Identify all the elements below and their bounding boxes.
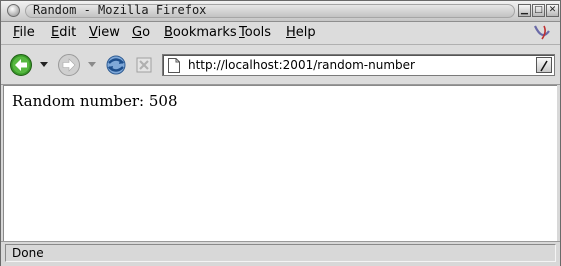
menu-bar: File Edit View Go Bookmarks Tools Help (1, 22, 560, 45)
status-text: Done (12, 246, 44, 260)
throbber-icon (534, 25, 550, 40)
random-number-text: Random number: 508 (12, 92, 178, 110)
window-title: Random - Mozilla Firefox (33, 3, 207, 17)
forward-arrow-icon (58, 54, 80, 76)
page-content: Random number: 508 (3, 85, 557, 241)
menu-bookmarks[interactable]: Bookmarks (164, 25, 237, 40)
go-slash-icon[interactable] (536, 57, 552, 73)
stop-icon (136, 57, 152, 73)
reload-icon[interactable] (104, 53, 128, 77)
status-bar: Done (1, 241, 560, 266)
back-dropdown-icon[interactable] (40, 62, 48, 67)
menu-help[interactable]: Help (286, 25, 316, 40)
url-text[interactable]: http://localhost:2001/random-number (188, 58, 415, 72)
forward-dropdown-icon (88, 62, 96, 67)
go-slash-glyph (540, 60, 548, 72)
menu-go[interactable]: Go (132, 25, 150, 40)
menu-tools[interactable]: Tools (239, 25, 271, 40)
window-menu-icon[interactable] (7, 4, 20, 17)
address-bar[interactable]: http://localhost:2001/random-number (162, 54, 555, 76)
title-bar[interactable]: Random - Mozilla Firefox ▁ □ ✕ (1, 1, 560, 22)
navigation-toolbar: http://localhost:2001/random-number (1, 45, 560, 85)
close-icon[interactable]: ✕ (546, 4, 559, 17)
browser-window: Random - Mozilla Firefox ▁ □ ✕ File Edit… (0, 0, 561, 266)
menu-view[interactable]: View (89, 25, 120, 40)
page-icon (168, 58, 180, 73)
back-arrow-icon[interactable] (9, 53, 33, 77)
menu-file[interactable]: File (13, 25, 35, 40)
menu-edit[interactable]: Edit (51, 25, 76, 40)
minimize-icon[interactable]: ▁ (518, 4, 531, 17)
status-panel: Done (5, 244, 556, 262)
maximize-icon[interactable]: □ (532, 4, 545, 17)
